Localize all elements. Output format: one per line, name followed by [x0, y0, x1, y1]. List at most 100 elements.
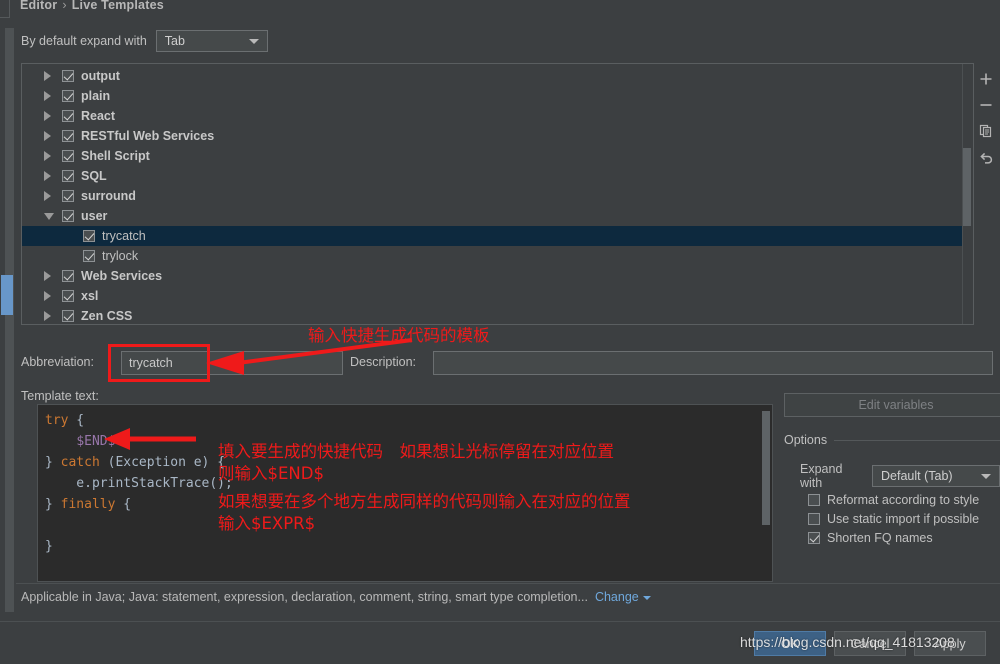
- copy-icon[interactable]: [974, 118, 998, 144]
- tree-row-restful-web-services[interactable]: RESTful Web Services: [22, 126, 973, 146]
- add-icon[interactable]: [974, 66, 998, 92]
- tree-row-checkbox[interactable]: [62, 70, 74, 82]
- option-checkbox-label: Use static import if possible: [827, 512, 980, 526]
- option-checkbox-1[interactable]: Use static import if possible: [808, 512, 979, 526]
- tree-row-label: Zen CSS: [81, 309, 133, 323]
- checkbox-icon[interactable]: [808, 494, 820, 506]
- chevron-right-icon[interactable]: [44, 291, 51, 301]
- tree-row-user[interactable]: user: [22, 206, 973, 226]
- applicable-context: Applicable in Java; Java: statement, exp…: [21, 590, 651, 604]
- tree-row-label: React: [81, 109, 116, 123]
- tree-row-label: trylock: [102, 249, 139, 263]
- template-text-content[interactable]: try { $END$} catch (Exception e) { e.pri…: [45, 410, 233, 557]
- tree-row-surround[interactable]: surround: [22, 186, 973, 206]
- default-expand-row: By default expand with Tab: [21, 30, 268, 52]
- editor-scrollbar-thumb[interactable]: [762, 411, 770, 525]
- tree-row-xsl[interactable]: xsl: [22, 286, 973, 306]
- tree-row-sql[interactable]: SQL: [22, 166, 973, 186]
- tree-row-checkbox[interactable]: [62, 90, 74, 102]
- checkbox-icon[interactable]: [808, 532, 820, 544]
- checkbox-icon[interactable]: [62, 210, 74, 222]
- checkbox-icon[interactable]: [83, 230, 95, 242]
- tree-row-checkbox[interactable]: [62, 170, 74, 182]
- option-checkbox-2[interactable]: Shorten FQ names: [808, 531, 933, 545]
- scrollbar-track[interactable]: [5, 28, 14, 612]
- tree-row-checkbox[interactable]: [62, 150, 74, 162]
- template-text-label: Template text:: [21, 389, 99, 403]
- tree-row-checkbox[interactable]: [62, 310, 74, 322]
- expand-with-dropdown[interactable]: Default (Tab): [872, 465, 1000, 487]
- editor-scrollbar-track[interactable]: [760, 405, 772, 581]
- tree-row-checkbox[interactable]: [62, 110, 74, 122]
- chevron-right-icon[interactable]: [44, 71, 51, 81]
- checkbox-icon[interactable]: [808, 513, 820, 525]
- expand-with-label: Expand with: [800, 462, 843, 490]
- code-line: } catch (Exception e) {: [45, 452, 233, 473]
- tree-row-trycatch[interactable]: trycatch: [22, 226, 973, 246]
- chevron-right-icon[interactable]: [44, 271, 51, 281]
- tree-row-checkbox[interactable]: [62, 130, 74, 142]
- expand-with-value: Default (Tab): [881, 469, 953, 483]
- chevron-right-icon[interactable]: [44, 311, 51, 321]
- template-group-tree[interactable]: output plain React RESTful Web Services Shel…: [21, 63, 974, 325]
- tree-row-output[interactable]: output: [22, 66, 973, 86]
- tree-row-trylock[interactable]: trylock: [22, 246, 973, 266]
- tree-row-checkbox[interactable]: [62, 270, 74, 282]
- tree-row-react[interactable]: React: [22, 106, 973, 126]
- abbreviation-label: Abbreviation:: [21, 355, 94, 369]
- breadcrumb-separator-icon: ›: [62, 0, 67, 12]
- breadcrumb-parent[interactable]: Editor: [20, 0, 57, 12]
- code-token: try: [45, 413, 69, 428]
- edit-variables-button[interactable]: Edit variables: [784, 393, 1000, 417]
- option-checkbox-0[interactable]: Reformat according to style: [808, 493, 979, 507]
- checkbox-icon[interactable]: [62, 190, 74, 202]
- code-token: {: [115, 497, 132, 512]
- chevron-right-icon[interactable]: [44, 191, 51, 201]
- tree-row-shell-script[interactable]: Shell Script: [22, 146, 973, 166]
- tree-row-checkbox[interactable]: [62, 210, 74, 222]
- code-line: try {: [45, 410, 233, 431]
- tree-row-checkbox[interactable]: [83, 250, 95, 262]
- default-expand-dropdown[interactable]: Tab: [155, 30, 268, 52]
- checkbox-icon[interactable]: [62, 290, 74, 302]
- chevron-right-icon[interactable]: [44, 171, 51, 181]
- code-line: e.printStackTrace();: [45, 473, 233, 494]
- checkbox-icon[interactable]: [62, 70, 74, 82]
- tree-row-checkbox[interactable]: [62, 190, 74, 202]
- change-context-link[interactable]: Change: [595, 590, 639, 604]
- checkbox-icon[interactable]: [62, 130, 74, 142]
- options-title: Options: [784, 433, 835, 447]
- checkbox-icon[interactable]: [62, 90, 74, 102]
- chevron-right-icon[interactable]: [44, 91, 51, 101]
- template-text-editor[interactable]: try { $END$} catch (Exception e) { e.pri…: [37, 404, 773, 582]
- tree-row-checkbox[interactable]: [62, 290, 74, 302]
- checkbox-icon[interactable]: [62, 270, 74, 282]
- tree-row-web-services[interactable]: Web Services: [22, 266, 973, 286]
- code-line: $END$: [45, 431, 233, 452]
- tree-scrollbar-track[interactable]: [962, 64, 973, 324]
- chevron-right-icon[interactable]: [44, 151, 51, 161]
- checkbox-icon[interactable]: [83, 250, 95, 262]
- chevron-down-icon: [642, 595, 651, 600]
- option-checkbox-label: Shorten FQ names: [827, 531, 933, 545]
- scrollbar-thumb[interactable]: [1, 275, 13, 315]
- undo-icon[interactable]: [974, 144, 998, 170]
- remove-icon[interactable]: [974, 92, 998, 118]
- checkbox-icon[interactable]: [62, 150, 74, 162]
- chevron-right-icon[interactable]: [44, 131, 51, 141]
- chevron-right-icon[interactable]: [44, 111, 51, 121]
- outer-vertical-scrollbar[interactable]: [0, 0, 16, 664]
- chevron-down-icon[interactable]: [44, 213, 54, 220]
- checkbox-icon[interactable]: [62, 310, 74, 322]
- code-line: } finally {: [45, 494, 233, 515]
- tree-row-plain[interactable]: plain: [22, 86, 973, 106]
- tree-row-zen-css[interactable]: Zen CSS: [22, 306, 973, 324]
- applicable-text: Applicable in Java; Java: statement, exp…: [21, 590, 588, 604]
- tree-row-label: Shell Script: [81, 149, 150, 163]
- tree-row-checkbox[interactable]: [83, 230, 95, 242]
- tree-scrollbar-thumb[interactable]: [963, 148, 971, 226]
- checkbox-icon[interactable]: [62, 110, 74, 122]
- checkbox-icon[interactable]: [62, 170, 74, 182]
- description-input[interactable]: [433, 351, 993, 375]
